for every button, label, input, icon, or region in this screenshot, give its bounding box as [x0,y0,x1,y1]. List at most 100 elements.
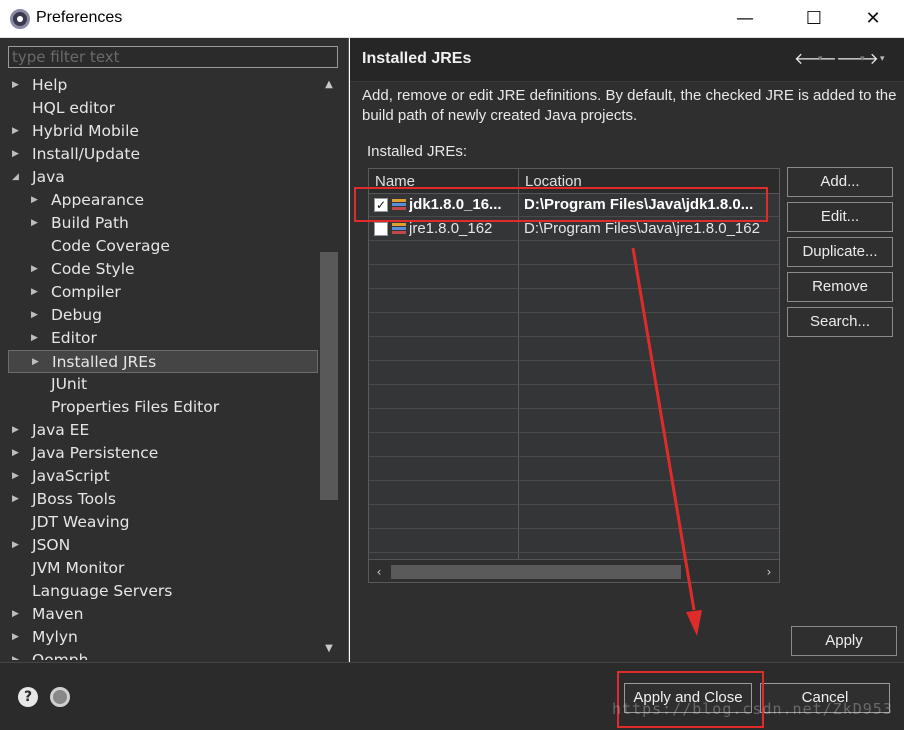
table-row [369,362,779,385]
tree-item[interactable]: ▶ JBoss Tools [8,488,318,511]
tree-item[interactable]: ▶ Help [8,74,318,97]
java-library-icon [392,223,406,236]
maximize-button[interactable]: ☐ [791,0,837,38]
column-location[interactable]: Location [525,173,582,190]
tree-item-label: JSON [32,536,71,554]
expand-arrow-icon[interactable]: ▶ [31,327,41,350]
tree-item[interactable]: ▶ Hybrid Mobile [8,120,318,143]
expand-arrow-icon[interactable]: ▶ [12,120,22,143]
tree-item[interactable]: Code Coverage [8,235,318,258]
tree-item-label: JDT Weaving [32,513,130,531]
table-row [369,482,779,505]
expand-arrow-icon[interactable]: ▶ [12,419,22,442]
table-row [369,338,779,361]
add-button[interactable]: Add... [787,167,893,197]
tree-item[interactable]: ▶ Installed JREs [8,350,318,373]
expand-arrow-icon[interactable]: ▶ [12,465,22,488]
tree-item[interactable]: ◢ Java [8,166,318,189]
expand-arrow-icon[interactable]: ▶ [12,488,22,511]
tree-scrollbar[interactable]: ▲ ▼ [318,74,340,660]
scroll-thumb[interactable] [320,252,338,500]
tree-item[interactable]: ▶ Debug [8,304,318,327]
tree-item-label: Java [32,168,65,186]
table-header: Name Location [369,169,779,194]
tree-item-label: Properties Files Editor [51,398,220,416]
expand-arrow-icon[interactable]: ▶ [12,649,22,660]
expand-arrow-icon[interactable]: ▶ [12,143,22,166]
expand-arrow-icon[interactable]: ▶ [12,442,22,465]
expand-arrow-icon[interactable]: ▶ [12,603,22,626]
tree-item[interactable]: ▶ Appearance [8,189,318,212]
table-row[interactable]: jre1.8.0_162 D:\Program Files\Java\jre1.8… [369,218,779,241]
edit-button[interactable]: Edit... [787,202,893,232]
help-icon[interactable]: ? [18,687,38,707]
expanded-arrow-icon[interactable]: ◢ [12,166,22,189]
tree-item[interactable]: JVM Monitor [8,557,318,580]
jre-checkbox[interactable]: ✓ [374,198,388,212]
column-name[interactable]: Name [375,173,415,190]
jre-checkbox[interactable] [374,222,388,236]
tree-item[interactable]: ▶ Editor [8,327,318,350]
remove-button[interactable]: Remove [787,272,893,302]
tree-item[interactable]: JDT Weaving [8,511,318,534]
duplicate-button[interactable]: Duplicate... [787,237,893,267]
minimize-button[interactable]: — [722,0,768,38]
tree-item[interactable]: ▶ Compiler [8,281,318,304]
tree-item-label: Code Style [51,260,135,278]
table-row [369,434,779,457]
filter-input[interactable]: type filter text [8,46,338,68]
tree-item[interactable]: ▶ JavaScript [8,465,318,488]
tree-item[interactable]: ▶ Mylyn [8,626,318,649]
expand-arrow-icon[interactable]: ▶ [12,534,22,557]
scroll-down-icon[interactable]: ▼ [318,638,340,660]
tree-item[interactable]: ▶ Install/Update [8,143,318,166]
forward-menu-icon[interactable]: ▾ [860,54,865,64]
expand-arrow-icon[interactable]: ▶ [31,281,41,304]
expand-arrow-icon[interactable]: ▶ [31,258,41,281]
tree-item-label: Language Servers [32,582,173,600]
watermark: https://blog.csdn.net/ZkD953 [612,700,893,718]
view-menu-icon[interactable]: ▾ [880,54,885,64]
expand-arrow-icon[interactable]: ▶ [31,189,41,212]
tree-item[interactable]: ▶ JSON [8,534,318,557]
apply-button[interactable]: Apply [791,626,897,656]
close-button[interactable]: ✕ [850,0,896,38]
tree-item[interactable]: ▶ Build Path [8,212,318,235]
expand-arrow-icon[interactable]: ▶ [32,351,42,374]
tree-item-label: Oomph [32,651,89,660]
tree-item-label: Code Coverage [51,237,170,255]
table-row [369,290,779,313]
settings-icon[interactable] [50,687,70,707]
tree-item[interactable]: Language Servers [8,580,318,603]
table-row [369,506,779,529]
forward-arrow-icon[interactable]: 🡒 [836,48,879,68]
table-h-scrollbar[interactable]: ‹ › [369,559,779,582]
tree-item[interactable]: HQL editor [8,97,318,120]
expand-arrow-icon[interactable]: ▶ [12,626,22,649]
eclipse-icon [10,9,30,29]
tree-item[interactable]: JUnit [8,373,318,396]
table-row [369,266,779,289]
back-arrow-icon[interactable]: 🡐 [794,48,837,68]
h-scroll-thumb[interactable] [391,565,681,579]
scroll-left-icon[interactable]: ‹ [369,560,389,582]
table-row[interactable]: ✓ jdk1.8.0_16... D:\Program Files\Java\jdk… [369,194,779,217]
java-library-icon [392,199,406,212]
scroll-up-icon[interactable]: ▲ [318,74,340,96]
back-menu-icon[interactable]: ▾ [818,54,823,64]
scroll-right-icon[interactable]: › [759,560,779,582]
tree-item[interactable]: ▶ Code Style [8,258,318,281]
expand-arrow-icon[interactable]: ▶ [31,304,41,327]
expand-arrow-icon[interactable]: ▶ [12,74,22,97]
tree-item[interactable]: ▶ Maven [8,603,318,626]
search-button[interactable]: Search... [787,307,893,337]
tree-item-label: Maven [32,605,84,623]
tree-item-label: Build Path [51,214,129,232]
tree-item-label: Hybrid Mobile [32,122,139,140]
tree-item[interactable]: ▶ Java Persistence [8,442,318,465]
tree-item[interactable]: ▶ Java EE [8,419,318,442]
preference-navigation: type filter text ▶ Help HQL editor ▶ Hybrid … [0,38,349,662]
tree-item[interactable]: Properties Files Editor [8,396,318,419]
tree-item[interactable]: ▶ Oomph [8,649,318,660]
expand-arrow-icon[interactable]: ▶ [31,212,41,235]
